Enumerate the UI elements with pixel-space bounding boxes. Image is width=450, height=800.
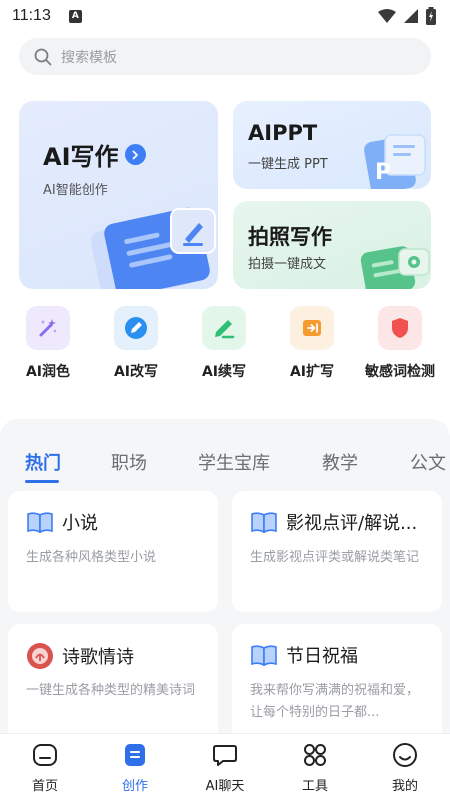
- aippt-card[interactable]: AIPPT 一键生成 PPT P: [233, 101, 431, 189]
- category-tabs: 热门 职场 学生宝库 教学 公文: [0, 439, 450, 489]
- tools-row: AI润色 AI改写 AI续写 AI扩写 敏感词检测: [0, 306, 450, 386]
- nav-label: AI聊天: [205, 779, 245, 794]
- book-icon: [251, 645, 277, 666]
- photo-writing-card[interactable]: 拍照写作 拍摄一键成文: [233, 201, 431, 289]
- template-card-header: 影视点评/解说...: [250, 509, 417, 535]
- tab-hot[interactable]: 热门: [25, 449, 61, 475]
- nav-label: 首页: [31, 779, 58, 794]
- document-illustration-icon: [91, 207, 216, 289]
- tool-sensitive-word-check[interactable]: 敏感词检测: [360, 306, 440, 381]
- tab-teaching[interactable]: 教学: [322, 449, 358, 475]
- signal-icon: [404, 9, 418, 23]
- tool-label: AI润色: [25, 364, 71, 380]
- ai-writing-title-row: AI写作: [43, 137, 146, 172]
- grid-icon: [304, 744, 326, 766]
- aippt-subtitle: 一键生成 PPT: [248, 157, 328, 172]
- tool-label: 敏感词检测: [365, 364, 435, 380]
- active-tab-indicator: [25, 480, 59, 483]
- nav-create[interactable]: 创作: [100, 742, 170, 794]
- template-desc: 我来帮你写满满的祝福和爱，让每个特别的日子都...: [250, 683, 420, 720]
- chevron-right-icon: [124, 144, 146, 165]
- tool-label: AI改写: [113, 364, 159, 380]
- nav-profile[interactable]: 我的: [370, 742, 440, 794]
- template-card-header: 诗歌情诗: [26, 642, 134, 670]
- nav-home[interactable]: 首页: [10, 742, 80, 794]
- svg-text:P: P: [375, 160, 391, 185]
- template-card-header: 节日祝福: [250, 642, 358, 668]
- aippt-title: AIPPT: [248, 121, 318, 145]
- edit-pen-icon: [114, 306, 158, 350]
- bottom-nav: 首页 创作 AI聊天 工具 我的: [0, 733, 450, 800]
- template-card-poem[interactable]: 诗歌情诗 一键生成各种类型的精美诗词: [8, 624, 218, 733]
- template-desc: 生成影视点评类或解说类笔记: [250, 550, 420, 565]
- book-icon: [251, 512, 277, 533]
- nav-label: 我的: [391, 779, 418, 794]
- poem-seal-icon: [27, 643, 53, 669]
- wifi-icon: [378, 9, 396, 23]
- photo-writing-title: 拍照写作: [248, 225, 332, 249]
- template-title: 小说: [62, 513, 98, 534]
- tool-ai-continue[interactable]: AI续写: [184, 306, 264, 381]
- home-icon: [33, 744, 57, 766]
- ppt-file-icon: P: [364, 134, 426, 189]
- search-icon: [34, 48, 52, 65]
- template-title: 诗歌情诗: [62, 647, 134, 668]
- ai-writing-card[interactable]: AI写作 AI智能创作: [19, 101, 218, 289]
- book-icon: [27, 512, 53, 533]
- shield-icon: [378, 306, 422, 350]
- photo-writing-subtitle: 拍摄一键成文: [248, 257, 327, 272]
- template-section: 热门 职场 学生宝库 教学 公文 小说 生成各种风格类型小说 影视点评/解说..…: [0, 419, 450, 733]
- battery-icon: [426, 7, 436, 25]
- nav-tools[interactable]: 工具: [280, 742, 350, 794]
- template-title: 节日祝福: [286, 646, 358, 667]
- template-desc: 一键生成各种类型的精美诗词: [26, 683, 196, 698]
- create-icon: [125, 744, 145, 766]
- nav-label: 创作: [121, 779, 148, 794]
- nav-ai-chat[interactable]: AI聊天: [190, 742, 260, 794]
- template-title: 影视点评/解说...: [286, 513, 418, 534]
- tab-student[interactable]: 学生宝库: [198, 449, 270, 475]
- template-card-novel[interactable]: 小说 生成各种风格类型小说: [8, 491, 218, 612]
- tool-label: AI扩写: [289, 364, 335, 380]
- template-card-festival-wishes[interactable]: 节日祝福 我来帮你写满满的祝福和爱，让每个特别的日子都...: [232, 624, 442, 733]
- expand-icon: [290, 306, 334, 350]
- status-time: 11:13: [12, 7, 51, 24]
- tool-ai-rewrite[interactable]: AI改写: [96, 306, 176, 381]
- notification-a-icon: A: [68, 9, 82, 23]
- ai-writing-subtitle: AI智能创作: [43, 183, 108, 198]
- template-desc: 生成各种风格类型小说: [26, 550, 157, 565]
- tool-label: AI续写: [201, 364, 247, 380]
- status-indicators: [378, 7, 436, 25]
- nav-label: 工具: [301, 779, 328, 794]
- ai-writing-title: AI写作: [43, 143, 119, 171]
- tab-official-docs[interactable]: 公文: [410, 449, 446, 475]
- tool-ai-polish[interactable]: AI润色: [8, 306, 88, 381]
- profile-icon: [393, 743, 417, 767]
- pencil-icon: [202, 306, 246, 350]
- tool-ai-expand[interactable]: AI扩写: [272, 306, 352, 381]
- magic-wand-icon: [26, 306, 70, 350]
- template-card-film-review[interactable]: 影视点评/解说... 生成影视点评类或解说类笔记: [232, 491, 442, 612]
- search-bar[interactable]: 搜索模板: [19, 38, 431, 75]
- search-input[interactable]: 搜索模板: [61, 47, 117, 67]
- chat-icon: [213, 745, 237, 766]
- status-bar: 11:13 A: [0, 0, 450, 32]
- template-card-header: 小说: [26, 509, 98, 535]
- tab-workplace[interactable]: 职场: [111, 449, 147, 475]
- photo-document-icon: [360, 246, 430, 289]
